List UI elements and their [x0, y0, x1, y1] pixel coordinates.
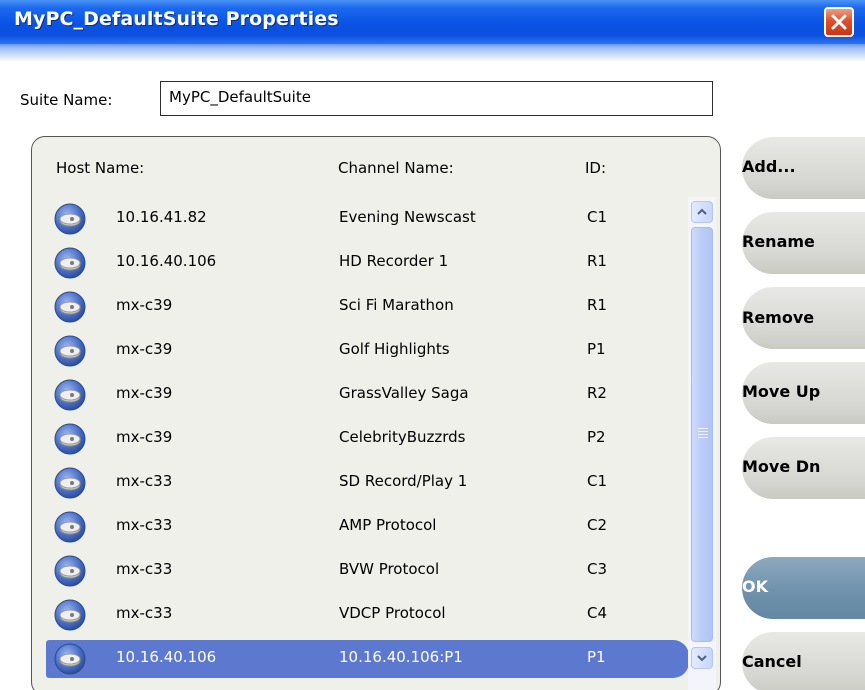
- column-header-host: Host Name:: [56, 159, 145, 177]
- scroll-grip-line: [698, 434, 708, 435]
- channel-name-cell: 10.16.40.106:P1: [339, 648, 463, 666]
- host-disk-icon: [54, 467, 86, 499]
- list-item[interactable]: mx-c33 AMP Protocol C2: [46, 505, 706, 549]
- add-button-label: Add...: [742, 157, 796, 176]
- ok-button[interactable]: OK: [742, 557, 865, 619]
- channel-name-cell: HD Recorder 1: [339, 252, 449, 270]
- scroll-up-button[interactable]: [691, 201, 713, 223]
- scroll-grip-line: [698, 428, 708, 429]
- window-title: MyPC_DefaultSuite Properties: [14, 8, 339, 30]
- id-cell: C4: [587, 604, 608, 622]
- channel-name-cell: GrassValley Saga: [339, 384, 469, 402]
- host-disk-icon: [54, 555, 86, 587]
- suite-name-label: Suite Name:: [20, 91, 113, 109]
- scroll-grip-line: [698, 431, 708, 432]
- list-item[interactable]: 10.16.40.106 HD Recorder 1 R1: [46, 241, 706, 285]
- host-disk-icon: [54, 511, 86, 543]
- host-name-cell: mx-c39: [116, 340, 173, 358]
- id-cell: C2: [587, 516, 608, 534]
- host-name-cell: mx-c33: [116, 560, 173, 578]
- host-disk-icon: [54, 599, 86, 631]
- scroll-grip-line: [698, 437, 708, 438]
- host-disk-icon: [54, 291, 86, 323]
- rename-button-label: Rename: [742, 232, 815, 251]
- ok-button-label: OK: [742, 577, 768, 596]
- host-name-cell: mx-c33: [116, 516, 173, 534]
- list-item[interactable]: mx-c39 CelebrityBuzzrds P2: [46, 417, 706, 461]
- channel-list-panel: Host Name: Channel Name: ID: 10.16.41.82…: [31, 136, 721, 690]
- id-cell: P2: [587, 428, 606, 446]
- host-name-cell: 10.16.40.106: [116, 648, 217, 666]
- scroll-down-button[interactable]: [691, 647, 713, 669]
- channel-name-cell: BVW Protocol: [339, 560, 440, 578]
- host-name-cell: mx-c39: [116, 384, 173, 402]
- add-button[interactable]: Add...: [742, 137, 865, 199]
- id-cell: C3: [587, 560, 608, 578]
- vertical-scrollbar[interactable]: [688, 197, 716, 690]
- channel-name-cell: Sci Fi Marathon: [339, 296, 454, 314]
- move-down-button[interactable]: Move Dn: [742, 437, 865, 499]
- id-cell: P1: [587, 648, 606, 666]
- suite-name-input[interactable]: MyPC_DefaultSuite: [160, 81, 713, 116]
- list-item[interactable]: 10.16.41.82 Evening Newscast C1: [46, 197, 706, 241]
- host-name-cell: mx-c39: [116, 296, 173, 314]
- id-cell: R1: [587, 296, 607, 314]
- host-name-cell: mx-c33: [116, 472, 173, 490]
- close-icon: [831, 14, 847, 30]
- list-item[interactable]: mx-c39 Sci Fi Marathon R1: [46, 285, 706, 329]
- title-bar: MyPC_DefaultSuite Properties: [0, 0, 865, 44]
- channel-name-cell: Golf Highlights: [339, 340, 450, 358]
- id-cell: C1: [587, 472, 608, 490]
- column-header-id: ID:: [585, 159, 607, 177]
- list-item[interactable]: mx-c33 VDCP Protocol C4: [46, 593, 706, 637]
- remove-button[interactable]: Remove: [742, 287, 865, 349]
- host-name-cell: 10.16.41.82: [116, 208, 207, 226]
- list-item[interactable]: mx-c33 SD Record/Play 1 C1: [46, 461, 706, 505]
- channel-name-cell: CelebrityBuzzrds: [339, 428, 466, 446]
- chevron-up-icon: [697, 208, 707, 215]
- list-item-selected[interactable]: 10.16.40.106 10.16.40.106:P1 P1: [46, 637, 706, 681]
- chevron-down-icon: [697, 655, 707, 662]
- channel-name-cell: SD Record/Play 1: [339, 472, 468, 490]
- channel-name-cell: VDCP Protocol: [339, 604, 446, 622]
- host-name-cell: mx-c33: [116, 604, 173, 622]
- id-cell: R1: [587, 252, 607, 270]
- host-name-cell: 10.16.40.106: [116, 252, 217, 270]
- list-item[interactable]: mx-c39 GrassValley Saga R2: [46, 373, 706, 417]
- column-header-channel: Channel Name:: [338, 159, 454, 177]
- host-disk-icon: [54, 247, 86, 279]
- host-disk-icon: [54, 335, 86, 367]
- channel-name-cell: Evening Newscast: [339, 208, 476, 226]
- host-disk-icon: [54, 203, 86, 235]
- move-up-button-label: Move Up: [742, 382, 821, 401]
- id-cell: P1: [587, 340, 606, 358]
- channel-name-cell: AMP Protocol: [339, 516, 437, 534]
- rename-button[interactable]: Rename: [742, 212, 865, 274]
- move-up-button[interactable]: Move Up: [742, 362, 865, 424]
- scroll-thumb[interactable]: [691, 227, 713, 642]
- host-disk-icon: [54, 643, 86, 675]
- cancel-button[interactable]: Cancel: [742, 632, 865, 690]
- move-down-button-label: Move Dn: [742, 457, 821, 476]
- remove-button-label: Remove: [742, 308, 815, 327]
- list-item[interactable]: mx-c33 BVW Protocol C3: [46, 549, 706, 593]
- host-disk-icon: [54, 423, 86, 455]
- host-disk-icon: [54, 379, 86, 411]
- id-cell: R2: [587, 384, 607, 402]
- host-name-cell: mx-c39: [116, 428, 173, 446]
- cancel-button-label: Cancel: [742, 652, 802, 671]
- list-item[interactable]: mx-c39 Golf Highlights P1: [46, 329, 706, 373]
- close-button[interactable]: [824, 7, 854, 37]
- id-cell: C1: [587, 208, 608, 226]
